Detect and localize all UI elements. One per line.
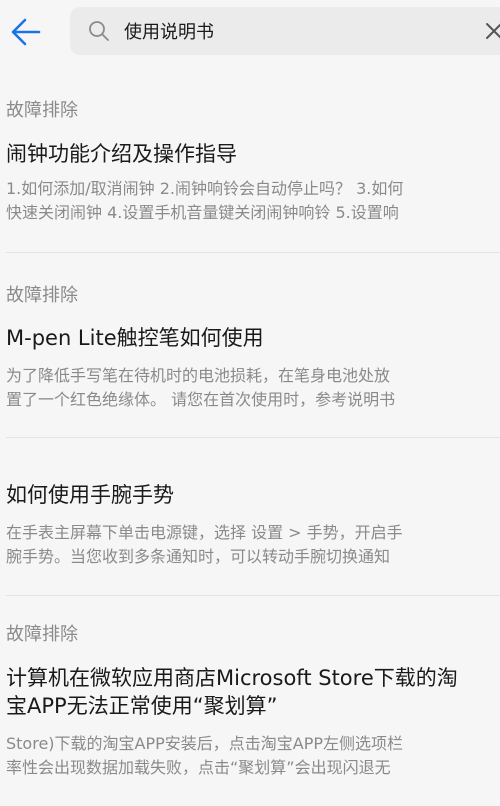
search-icon — [89, 21, 109, 41]
search-box[interactable] — [70, 7, 500, 55]
result-snippet: Store)下载的淘宝APP安装后，点击淘宝APP左侧选项栏 — [6, 734, 404, 753]
result-snippet: 1.如何添加/取消闹钟 2.闹钟响铃会自动停止吗？ 3.如何 — [6, 179, 404, 198]
search-input[interactable] — [124, 15, 464, 47]
close-icon[interactable] — [482, 19, 500, 43]
category-label: 故障排除 — [6, 285, 78, 306]
result-snippet: 快速关闭闹钟 4.设置手机音量键关闭闹钟响铃 5.设置响 — [6, 203, 399, 222]
list-item[interactable]: 故障排除 M-pen Lite触控笔如何使用 为了降低手写笔在待机时的电池损耗，… — [0, 253, 500, 438]
category-label: 故障排除 — [6, 624, 78, 645]
list-item[interactable]: 如何使用手腕手势 在手表主屏幕下单击电源键，选择 设置 > 手势，开启手 腕手势… — [0, 438, 500, 596]
result-title: 宝APP无法正常使用“聚划算” — [6, 694, 278, 718]
result-title: 计算机在微软应用商店Microsoft Store下载的淘 — [6, 666, 458, 690]
result-snippet: 在手表主屏幕下单击电源键，选择 设置 > 手势，开启手 — [6, 523, 403, 542]
list-item[interactable]: 故障排除 闹钟功能介绍及操作指导 1.如何添加/取消闹钟 2.闹钟响铃会自动停止… — [0, 62, 500, 253]
result-snippet: 率性会出现数据加载失败，点击“聚划算”会出现闪退无 — [6, 758, 391, 777]
list-item[interactable]: 故障排除 计算机在微软应用商店Microsoft Store下载的淘 宝APP无… — [0, 596, 500, 806]
result-snippet: 为了降低手写笔在待机时的电池损耗，在笔身电池处放 — [6, 366, 391, 385]
search-results-list: 故障排除 闹钟功能介绍及操作指导 1.如何添加/取消闹钟 2.闹钟响铃会自动停止… — [0, 62, 500, 806]
top-bar — [0, 0, 500, 62]
category-label: 故障排除 — [6, 100, 78, 121]
result-title: 如何使用手腕手势 — [6, 483, 174, 507]
back-button[interactable] — [6, 12, 46, 52]
result-title: M-pen Lite触控笔如何使用 — [6, 326, 264, 350]
arrow-left-icon — [11, 18, 41, 46]
result-title: 闹钟功能介绍及操作指导 — [6, 142, 237, 166]
result-snippet: 置了一个红色绝缘体。 请您在首次使用时，参考说明书 — [6, 390, 396, 409]
result-snippet: 腕手势。当您收到多条通知时，可以转动手腕切换通知 — [6, 547, 391, 566]
